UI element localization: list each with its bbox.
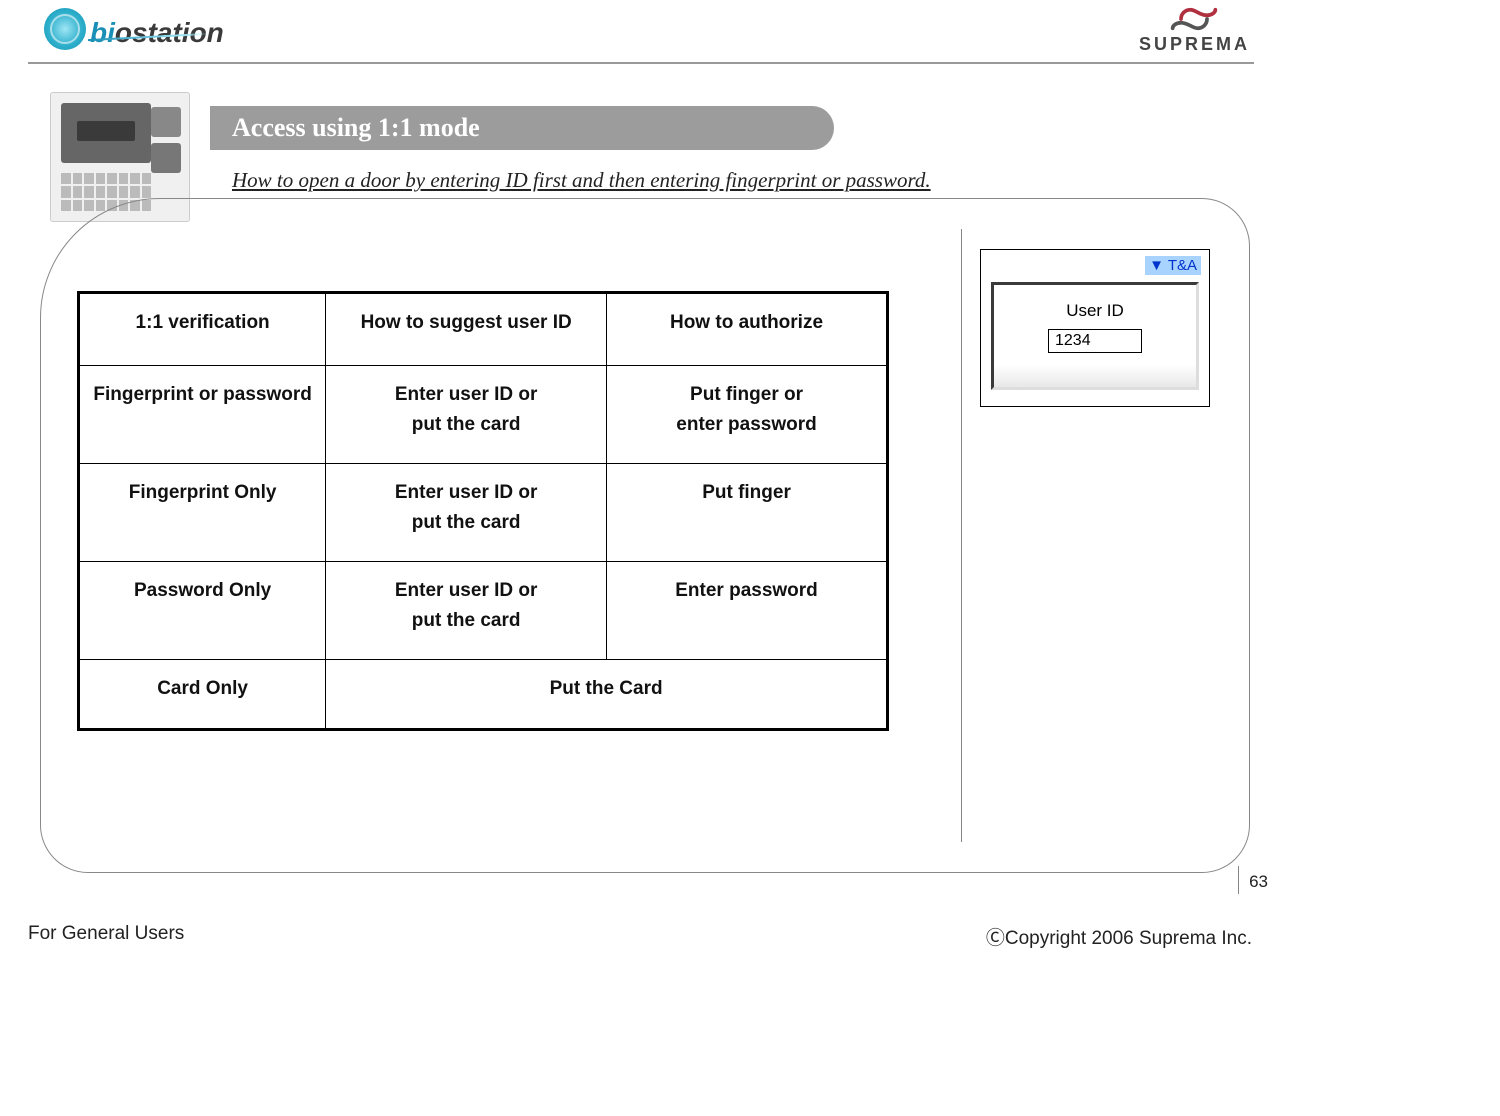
infinity-icon	[1167, 6, 1221, 32]
table-row: Fingerprint Only Enter user ID or put th…	[79, 464, 888, 562]
th-authorize: How to authorize	[607, 293, 888, 366]
table-row: Fingerprint or password Enter user ID or…	[79, 366, 888, 464]
ta-badge: ▼ T&A	[1145, 256, 1201, 275]
page-subtitle: How to open a door by entering ID first …	[232, 168, 931, 193]
brand-right-text: SUPREMA	[1139, 34, 1250, 55]
footer: For General Users ⒸCopyright 2006 Suprem…	[28, 923, 1252, 950]
user-id-value: 1234	[1048, 329, 1142, 353]
user-id-popup: User ID 1234	[991, 282, 1199, 390]
logo-suprema: SUPREMA	[1139, 6, 1250, 55]
table-row: Card Only Put the Card	[79, 660, 888, 729]
page-title: Access using 1:1 mode	[210, 106, 834, 150]
page-number: 63	[1238, 866, 1268, 894]
device-screen-mock: ▼ T&A User ID 1234	[980, 249, 1210, 407]
th-suggest-id: How to suggest user ID	[326, 293, 607, 366]
header-divider	[28, 62, 1254, 64]
content-frame: 1:1 verification How to suggest user ID …	[40, 198, 1250, 873]
user-id-label: User ID	[1066, 301, 1124, 321]
table-header-row: 1:1 verification How to suggest user ID …	[79, 293, 888, 366]
footer-left: For General Users	[28, 923, 184, 950]
header: biostation SUPREMA	[0, 0, 1280, 72]
table-row: Password Only Enter user ID or put the c…	[79, 562, 888, 660]
verification-table: 1:1 verification How to suggest user ID …	[77, 291, 889, 731]
logo-biostation: biostation	[44, 8, 224, 50]
footer-right: ⒸCopyright 2006 Suprema Inc.	[986, 923, 1252, 950]
swirl-icon	[44, 8, 86, 50]
th-verification: 1:1 verification	[79, 293, 326, 366]
